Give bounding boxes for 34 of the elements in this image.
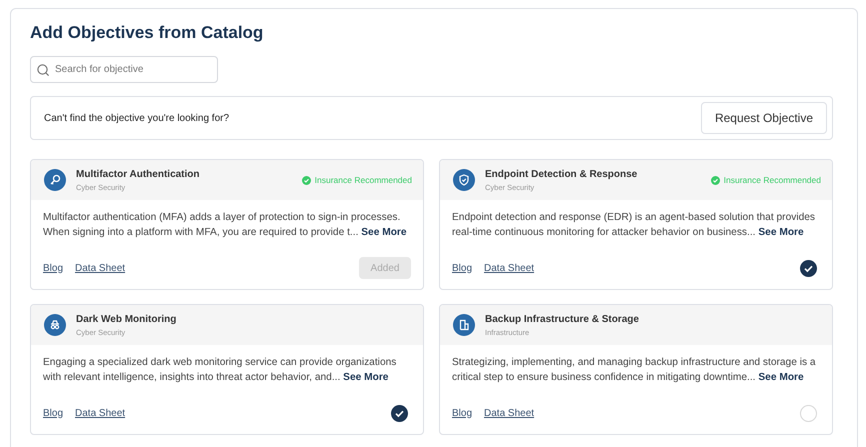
resource-link[interactable]: Blog (452, 262, 472, 274)
see-more-link[interactable]: See More (361, 227, 407, 238)
objective-name: Multifactor Authentication (76, 168, 201, 180)
resource-link[interactable]: Data Sheet (75, 262, 126, 274)
objective-name: Backup Infrastructure & Storage (485, 314, 640, 324)
spy-icon (44, 314, 66, 336)
see-more-link[interactable]: See More (758, 372, 804, 383)
objective-description: Engaging a specialized dark web monitoring service can provide organizations with relevant intelligence, insights into threat actor behavior, and... See More (43, 356, 398, 385)
select-checkbox[interactable] (800, 404, 817, 422)
objective-description: Endpoint detection and response (EDR) is an agent-based solution that provides real-time continuous monitoring for attacker behavior on business... See More (452, 211, 816, 240)
objective-name: Dark Web Monitoring (76, 314, 178, 324)
building-icon (453, 314, 475, 336)
resource-link[interactable]: Blog (43, 408, 64, 418)
resource-link[interactable]: Blog (43, 262, 64, 274)
request-prompt: Can't find the objective you're looking for? (44, 112, 230, 124)
objective-description: Strategizing, implementing, and managing backup infrastructure and storage is a critical step to ensure business confidence in mitigating downtime... See More (452, 356, 817, 385)
objective-description: Multifactor authentication (MFA) adds a layer of protection to sign-in processes. When signing into a platform with MFA, you are required to provide t... See More (43, 211, 408, 240)
shield-icon (453, 169, 475, 191)
select-checkbox[interactable] (800, 260, 817, 276)
see-more-link[interactable]: See More (758, 227, 804, 238)
resource-link[interactable]: Data Sheet (75, 408, 126, 418)
search-field[interactable]: Search for objective (30, 56, 218, 83)
resource-link[interactable]: Blog (452, 408, 472, 418)
select-checkbox[interactable] (391, 404, 408, 422)
insurance-badge: Insurance Recommended (710, 175, 821, 185)
resource-link[interactable]: Data Sheet (484, 408, 534, 418)
key-icon (44, 169, 66, 191)
search-icon (37, 64, 49, 76)
insurance-badge: Insurance Recommended (302, 175, 412, 185)
see-more-link[interactable]: See More (343, 372, 388, 383)
request-objective-button[interactable]: Request Objective (700, 102, 827, 134)
resource-link[interactable]: Data Sheet (484, 262, 534, 274)
page-title: Add Objectives from Catalog (30, 23, 264, 43)
objective-name: Endpoint Detection & Response (485, 168, 638, 180)
